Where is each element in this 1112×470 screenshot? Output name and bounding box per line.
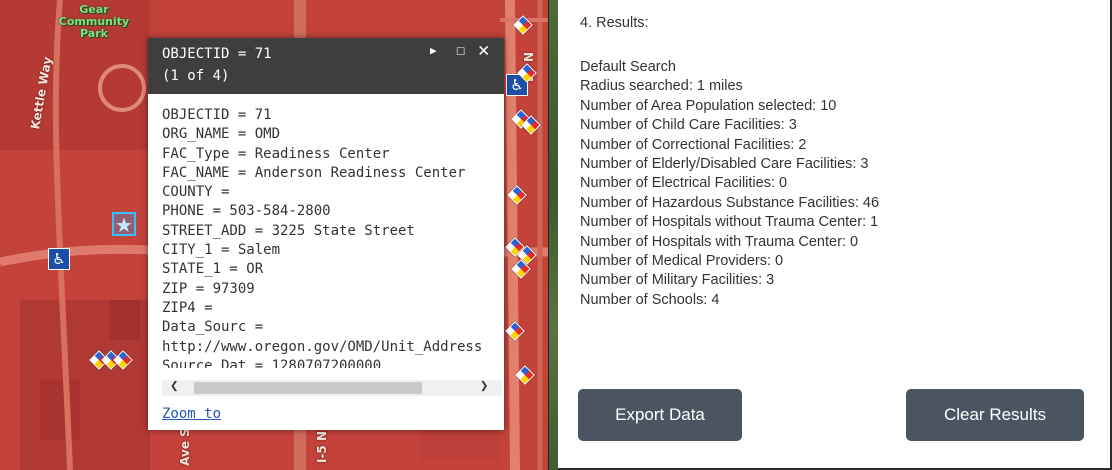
export-data-button[interactable]: Export Data: [578, 389, 742, 441]
result-line: Number of Hazardous Substance Facilities…: [580, 194, 880, 211]
feature-popup: OBJECTID = 71 (1 of 4) ▶ ☐ ✕ OBJECTID = …: [148, 38, 504, 430]
popup-title: OBJECTID = 71: [162, 46, 272, 62]
map-view[interactable]: Gear Community Park Kettle Way Ave S I-5…: [0, 0, 549, 470]
popup-field-row: ZIP = 97309: [162, 280, 255, 297]
result-line: Number of Electrical Facilities: 0: [580, 175, 788, 192]
result-line: Radius searched: 1 miles: [580, 78, 743, 95]
result-line: Number of Area Population selected: 10: [580, 97, 837, 114]
clear-results-button[interactable]: Clear Results: [906, 389, 1084, 441]
popup-field-row: PHONE = 503-584-2800: [162, 203, 331, 220]
result-line: Number of Hospitals without Trauma Cente…: [580, 214, 879, 231]
popup-field-row: STATE_1 = OR: [162, 261, 264, 278]
result-line: Default Search: [580, 59, 676, 75]
zoom-to-link[interactable]: Zoom to: [162, 406, 221, 422]
result-line: Number of Correctional Facilities: 2: [580, 136, 807, 153]
play-icon[interactable]: ▶: [430, 44, 437, 57]
popup-attributes: OBJECTID = 71 ORG_NAME = OMD FAC_Type = Re…: [162, 106, 502, 368]
accessibility-icon[interactable]: ♿: [48, 248, 70, 270]
horizontal-scrollbar[interactable]: ❮ ❯: [162, 378, 502, 396]
popup-field-row: CITY_1 = Salem: [162, 242, 281, 259]
maximize-icon[interactable]: ☐: [456, 41, 465, 59]
popup-page-count: (1 of 4): [162, 68, 230, 84]
result-line: Number of Medical Providers: 0: [580, 252, 784, 269]
popup-field-row: STREET_ADD = 3225 State Street: [162, 222, 415, 239]
results-heading: 4. Results:: [580, 15, 649, 31]
scroll-left-icon[interactable]: ❮: [170, 378, 178, 394]
popup-header: OBJECTID = 71 (1 of 4) ▶ ☐ ✕: [148, 38, 504, 94]
road-label-i5: I-5 N: [315, 430, 330, 464]
popup-field-row: Data_Sourc =: [162, 319, 264, 336]
result-line: Number of Military Facilities: 3: [580, 272, 775, 289]
scrollbar-thumb[interactable]: [194, 382, 422, 394]
popup-field-row: FAC_NAME = Anderson Readiness Center: [162, 164, 466, 181]
result-line: Number of Child Care Facilities: 3: [580, 117, 797, 134]
result-line: Number of Schools: 4: [580, 291, 720, 308]
results-panel: 4. Results: Default Search Radius searche…: [558, 0, 1112, 470]
popup-field-row: OBJECTID = 71: [162, 107, 272, 123]
scroll-right-icon[interactable]: ❯: [480, 378, 488, 394]
results-list: Default Search Radius searched: 1 miles Nu…: [580, 58, 879, 310]
park-label: Gear Community Park: [58, 3, 130, 40]
result-line: Number of Hospitals with Trauma Center: …: [580, 233, 859, 250]
close-icon[interactable]: ✕: [478, 39, 489, 61]
selected-facility-star-icon[interactable]: ★: [112, 212, 136, 236]
road-label-ave: Ave S: [177, 428, 192, 466]
result-line: Number of Elderly/Disabled Care Faciliti…: [580, 155, 869, 172]
popup-field-row: ORG_NAME = OMD: [162, 126, 281, 143]
popup-field-row: ZIP4 =: [162, 299, 213, 316]
popup-field-row: FAC_Type = Readiness Center: [162, 145, 390, 162]
popup-field-row: http://www.oregon.gov/OMD/Unit_Address: [162, 338, 483, 355]
imagery-strip: [549, 0, 558, 470]
popup-field-row: Source_Dat = 1280707200000: [162, 357, 382, 368]
popup-field-row: COUNTY =: [162, 184, 230, 201]
